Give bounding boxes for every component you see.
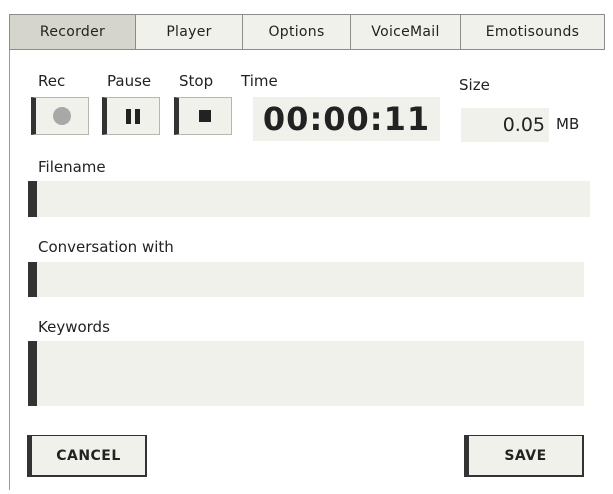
tab-bar: Recorder Player Options VoiceMail Emotis… bbox=[9, 14, 605, 50]
tab-player[interactable]: Player bbox=[136, 14, 243, 50]
size-readout: 0.05 bbox=[461, 108, 549, 142]
stop-label: Stop bbox=[179, 72, 214, 90]
pause-label: Pause bbox=[107, 72, 152, 90]
pause-button[interactable] bbox=[102, 97, 160, 135]
tab-options[interactable]: Options bbox=[243, 14, 351, 50]
keywords-input[interactable] bbox=[28, 341, 584, 406]
time-readout: 00:00:11 bbox=[253, 97, 440, 141]
filename-input[interactable] bbox=[28, 181, 590, 217]
tab-voicemail[interactable]: VoiceMail bbox=[351, 14, 461, 50]
keywords-label: Keywords bbox=[38, 318, 110, 336]
tab-recorder[interactable]: Recorder bbox=[9, 14, 136, 50]
time-label: Time bbox=[241, 72, 278, 90]
record-icon bbox=[53, 107, 71, 125]
rec-label: Rec bbox=[38, 72, 66, 90]
conversation-label: Conversation with bbox=[38, 238, 174, 256]
cancel-button[interactable]: CANCEL bbox=[27, 435, 147, 477]
tab-emotisounds[interactable]: Emotisounds bbox=[461, 14, 605, 50]
save-button[interactable]: SAVE bbox=[464, 435, 584, 477]
stop-icon bbox=[199, 110, 211, 122]
conversation-input[interactable] bbox=[28, 262, 584, 297]
record-button[interactable] bbox=[31, 97, 89, 135]
stop-button[interactable] bbox=[174, 97, 232, 135]
size-label: Size bbox=[459, 76, 490, 94]
pause-icon bbox=[126, 108, 140, 124]
filename-label: Filename bbox=[38, 158, 106, 176]
size-unit: MB bbox=[556, 115, 580, 133]
